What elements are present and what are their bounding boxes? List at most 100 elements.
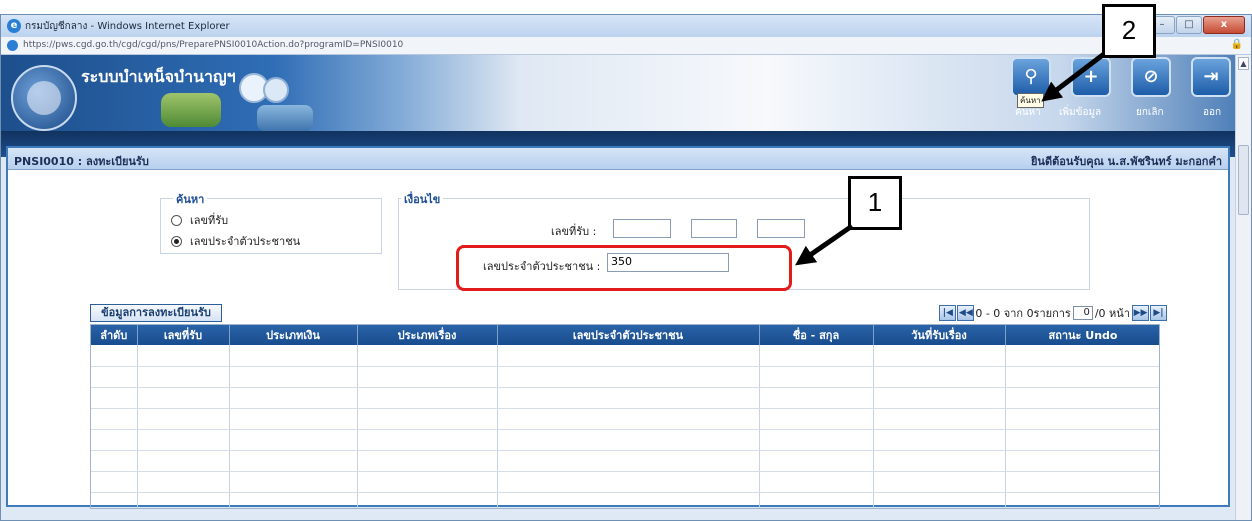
table-cell: [229, 429, 358, 451]
column-header[interactable]: วันที่รับเรื่อง: [873, 325, 1006, 345]
table-cell: [137, 408, 230, 430]
table-row[interactable]: [91, 429, 1159, 451]
column-header[interactable]: เลขประจำตัวประชาชน: [497, 325, 760, 345]
table-row[interactable]: [91, 366, 1159, 388]
receipt-no-input-3[interactable]: [757, 219, 805, 238]
table-cell: [497, 366, 760, 388]
table-header-row: ลำดับ เลขที่รับ ประเภทเงิน ประเภทเรื่อง …: [91, 325, 1159, 345]
table-cell: [497, 387, 760, 409]
page-number-input[interactable]: 0: [1072, 306, 1093, 320]
column-header[interactable]: สถานะ Undo: [1005, 325, 1159, 345]
column-header[interactable]: ชื่อ - สกุล: [759, 325, 874, 345]
exit-button[interactable]: ⇥: [1191, 57, 1231, 97]
cancel-label[interactable]: ยกเลิก: [1136, 105, 1164, 120]
cancel-icon: ⊘: [1143, 66, 1159, 87]
last-page-icon[interactable]: ▶|: [1150, 305, 1167, 321]
table-cell: [91, 387, 138, 409]
column-header[interactable]: ประเภทเงิน: [229, 325, 358, 345]
table-cell: [1005, 345, 1159, 367]
table-cell: [91, 408, 138, 430]
highlight-citizen-id-box: [456, 245, 792, 291]
results-table: ลำดับ เลขที่รับ ประเภทเงิน ประเภทเรื่อง …: [90, 324, 1160, 509]
table-cell: [91, 492, 138, 508]
window-title: กรมบัญชีกลาง - Windows Internet Explorer: [25, 21, 230, 32]
department-seal-logo: [11, 65, 77, 131]
table-cell: [357, 345, 498, 367]
table-cell: [137, 429, 230, 451]
table-row[interactable]: [91, 408, 1159, 430]
first-page-icon[interactable]: |◀: [939, 305, 957, 321]
scroll-thumb[interactable]: [1238, 145, 1249, 215]
table-cell: [759, 429, 874, 451]
page-title: PNSI0010 : ลงทะเบียนรับ: [14, 155, 149, 168]
column-header[interactable]: เลขที่รับ: [137, 325, 230, 345]
table-cell: [497, 429, 760, 451]
main-content: PNSI0010 : ลงทะเบียนรับ ยินดีต้อนรับคุณ …: [6, 146, 1230, 509]
scroll-up-icon[interactable]: ▲: [1238, 57, 1249, 70]
pager-range: 0 - 0 จาก 0รายการ: [975, 307, 1071, 320]
table-cell: [357, 450, 498, 472]
table-cell: [759, 471, 874, 493]
table-cell: [1005, 429, 1159, 451]
table-row[interactable]: [91, 450, 1159, 472]
table-row[interactable]: [91, 471, 1159, 493]
action-toolbar: ⚲ + ⊘ ⇥ ค้นหา เพิ่มข้อมูล ยกเลิก ออก ค้น…: [1011, 57, 1239, 131]
table-cell: [873, 429, 1006, 451]
table-cell: [759, 408, 874, 430]
table-cell: [357, 429, 498, 451]
table-cell: [229, 471, 358, 493]
exit-icon: ⇥: [1203, 66, 1219, 87]
prev-page-icon[interactable]: ◀◀: [957, 305, 975, 321]
receipt-no-input-2[interactable]: [691, 219, 737, 238]
add-button[interactable]: +: [1071, 57, 1111, 97]
table-row[interactable]: [91, 387, 1159, 409]
person-illustration: [263, 77, 289, 103]
table-cell: [1005, 387, 1159, 409]
app-title: ระบบบำเหน็จบำนาญฯ: [81, 67, 236, 86]
table-cell: [229, 366, 358, 388]
step-2-callout: 2: [1102, 4, 1156, 58]
vertical-scrollbar[interactable]: ▲: [1235, 55, 1251, 520]
search-icon: ⚲: [1024, 66, 1038, 87]
receipt-no-input-1[interactable]: [613, 219, 671, 238]
add-icon: +: [1083, 66, 1099, 87]
cancel-button[interactable]: ⊘: [1131, 57, 1171, 97]
table-cell: [759, 345, 874, 367]
search-button[interactable]: ⚲: [1011, 57, 1051, 97]
add-label[interactable]: เพิ่มข้อมูล: [1059, 105, 1101, 120]
radio-citizen-id[interactable]: เลขประจำตัวประชาชน: [171, 232, 300, 250]
table-row[interactable]: [91, 345, 1159, 367]
close-button[interactable]: x: [1203, 16, 1245, 34]
maximize-button[interactable]: □: [1176, 16, 1202, 34]
welcome-text: ยินดีต้อนรับคุณ น.ส.พัชรินทร์ มะกอกคำ: [1030, 155, 1222, 168]
column-header[interactable]: ประเภทเรื่อง: [357, 325, 498, 345]
registration-data-tab[interactable]: ข้อมูลการลงทะเบียนรับ: [90, 304, 222, 322]
table-cell: [91, 366, 138, 388]
table-cell: [137, 450, 230, 472]
table-cell: [873, 345, 1006, 367]
table-row[interactable]: [91, 492, 1159, 508]
step-1-callout: 1: [848, 176, 902, 230]
table-cell: [1005, 366, 1159, 388]
exit-label[interactable]: ออก: [1203, 105, 1221, 120]
next-page-icon[interactable]: ▶▶: [1132, 305, 1149, 321]
address-bar[interactable]: https://pws.cgd.go.th/cgd/cgd/pns/Prepar…: [1, 37, 1251, 55]
address-url[interactable]: https://pws.cgd.go.th/cgd/cgd/pns/Prepar…: [23, 40, 403, 50]
table-cell: [357, 492, 498, 508]
table-cell: [873, 450, 1006, 472]
table-cell: [759, 387, 874, 409]
table-cell: [357, 408, 498, 430]
radio-circle-icon[interactable]: [171, 214, 182, 226]
table-cell: [91, 450, 138, 472]
table-body: [91, 345, 1159, 508]
radio-receipt-no[interactable]: เลขที่รับ: [171, 211, 228, 229]
table-cell: [1005, 471, 1159, 493]
table-cell: [1005, 408, 1159, 430]
table-cell: [497, 345, 760, 367]
column-header[interactable]: ลำดับ: [91, 325, 138, 345]
table-cell: [497, 408, 760, 430]
table-cell: [91, 471, 138, 493]
radio-circle-selected-icon[interactable]: [171, 235, 182, 247]
lock-icon: 🔒: [1230, 39, 1243, 50]
table-cell: [873, 366, 1006, 388]
